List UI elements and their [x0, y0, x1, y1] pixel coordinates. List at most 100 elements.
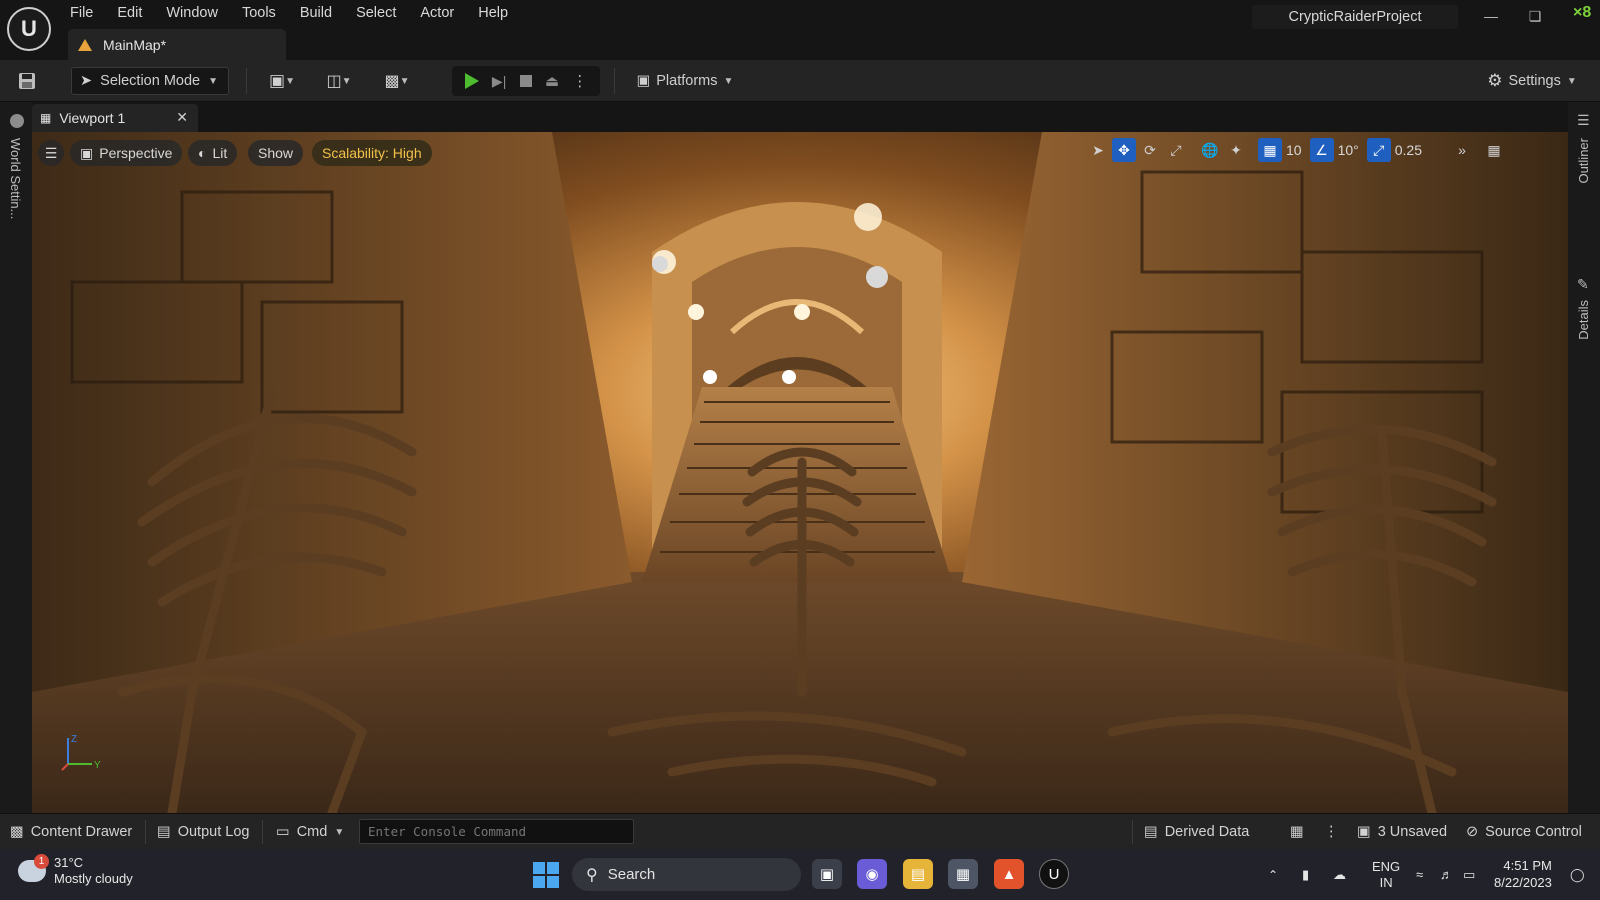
- level-warning-icon: [78, 38, 92, 51]
- tray-overflow-icon[interactable]: ⌃: [1268, 849, 1278, 900]
- derived-data-button[interactable]: ▤ Derived Data: [1144, 814, 1249, 850]
- globe-icon: [10, 114, 24, 128]
- battery-usb-icon[interactable]: ▮: [1302, 849, 1309, 900]
- taskbar-search[interactable]: ⚲ Search: [572, 858, 801, 891]
- add-actor-icon: ▣: [269, 71, 286, 90]
- viewport-tab[interactable]: ▦ Viewport 1 ✕: [32, 104, 198, 132]
- content-drawer-label: Content Drawer: [30, 824, 133, 840]
- search-label: Search: [607, 866, 656, 883]
- chat-icon[interactable]: ◉: [857, 859, 887, 889]
- details-tab[interactable]: Details: [1576, 300, 1591, 340]
- chevron-down-icon: ▼: [208, 75, 219, 87]
- stop-icon[interactable]: [519, 75, 532, 87]
- windows-start-icon[interactable]: [533, 862, 559, 888]
- project-name[interactable]: CrypticRaiderProject: [1252, 5, 1458, 29]
- language-indicator[interactable]: ENG IN: [1372, 849, 1400, 900]
- scale-snap-icon[interactable]: ⤢: [1366, 138, 1391, 162]
- clock-date: 8/22/2023: [1494, 875, 1552, 890]
- viewport-options-button[interactable]: ☰: [38, 140, 64, 166]
- onedrive-icon[interactable]: ☁: [1333, 849, 1346, 900]
- grid-snap-icon[interactable]: ▦: [1258, 138, 1282, 162]
- terminal-icon: ▭: [276, 824, 290, 840]
- perspective-button[interactable]: ▣ Perspective: [70, 140, 183, 166]
- battery-icon[interactable]: ▭: [1463, 849, 1475, 900]
- level-viewport[interactable]: ☰ ▣ Perspective ◐ Lit Show Scalability: …: [32, 132, 1568, 813]
- calculator-icon[interactable]: ▦: [948, 859, 978, 889]
- selection-mode-dropdown[interactable]: ➤ Selection Mode ▼: [71, 67, 229, 95]
- outliner-tab[interactable]: Outliner: [1576, 138, 1591, 184]
- select-tool-icon[interactable]: ➤: [1086, 138, 1110, 162]
- menu-tools[interactable]: Tools: [230, 0, 288, 26]
- output-log-label: Output Log: [177, 824, 250, 840]
- show-button[interactable]: Show: [248, 140, 304, 166]
- menu-help[interactable]: Help: [466, 0, 520, 26]
- menu-build[interactable]: Build: [288, 0, 344, 26]
- platforms-dropdown[interactable]: ▣ Platforms ▼: [630, 67, 740, 95]
- more-options-icon[interactable]: ⋮: [1324, 814, 1339, 850]
- transform-toolbar: ➤ ✥ ⟳ ⤢ 🌐 ✦ ▦ 10 ∠ 10° ⤢ 0.25 » ▦: [1086, 136, 1506, 164]
- translate-tool-icon[interactable]: ✥: [1112, 138, 1136, 162]
- rotate-tool-icon[interactable]: ⟳: [1138, 138, 1162, 162]
- unreal-logo-icon[interactable]: U: [7, 7, 51, 51]
- cmd-dropdown[interactable]: ▭ Cmd ▼: [276, 814, 344, 850]
- cube-icon: ▣: [80, 144, 94, 161]
- trace-icon[interactable]: ▦: [1290, 814, 1304, 850]
- menu-edit[interactable]: Edit: [105, 0, 154, 26]
- axis-z-label: Z: [71, 734, 77, 745]
- system-clock[interactable]: 4:51 PM 8/22/2023: [1494, 857, 1552, 891]
- step-frame-icon[interactable]: ▶|: [492, 73, 506, 90]
- wifi-icon[interactable]: ≈: [1416, 849, 1423, 900]
- surface-snap-icon[interactable]: ✦: [1224, 138, 1248, 162]
- close-icon[interactable]: ✕: [176, 109, 188, 126]
- settings-dropdown[interactable]: ⚙ Settings ▼: [1484, 67, 1580, 95]
- double-chevron-right-icon[interactable]: »: [1450, 138, 1474, 162]
- file-explorer-icon[interactable]: ▤: [903, 859, 933, 889]
- source-control-button[interactable]: ⊘ Source Control: [1466, 814, 1582, 850]
- menu-window[interactable]: Window: [154, 0, 230, 26]
- status-divider: [145, 820, 146, 844]
- eject-icon[interactable]: ⏏: [545, 72, 559, 90]
- unreal-engine-taskbar-icon[interactable]: U: [1039, 859, 1069, 889]
- prohibited-icon: ⊘: [1466, 824, 1479, 840]
- source-control-label: Source Control: [1485, 824, 1582, 840]
- grid-snap-value[interactable]: 10: [1284, 142, 1308, 158]
- more-options-icon[interactable]: ⋮: [572, 72, 587, 90]
- content-drawer-button[interactable]: ▩ Content Drawer: [10, 814, 132, 850]
- console-command-input[interactable]: [359, 819, 634, 844]
- outliner-icon: ☰: [1577, 112, 1590, 128]
- unsaved-button[interactable]: ▣ 3 Unsaved: [1357, 814, 1447, 850]
- menu-select[interactable]: Select: [344, 0, 408, 26]
- chevron-down-icon: ▼: [723, 75, 734, 87]
- volume-icon[interactable]: ♬: [1440, 849, 1453, 900]
- cinematics-button[interactable]: ▩ ▼: [376, 67, 418, 95]
- output-log-icon: ▤: [157, 824, 171, 840]
- world-local-icon[interactable]: 🌐: [1198, 138, 1222, 162]
- scale-tool-icon[interactable]: ⤢: [1164, 138, 1188, 162]
- rotation-snap-value[interactable]: 10°: [1336, 142, 1365, 158]
- lit-button[interactable]: ◐ Lit: [188, 140, 238, 166]
- minimize-icon[interactable]: —: [1476, 4, 1506, 28]
- add-actor-button[interactable]: ▣ ▼: [262, 67, 302, 95]
- status-divider: [262, 820, 263, 844]
- menu-file[interactable]: File: [58, 0, 105, 26]
- scalability-button[interactable]: Scalability: High: [312, 140, 432, 166]
- weather-condition: Mostly cloudy: [54, 871, 133, 886]
- settings-label: Settings: [1508, 73, 1561, 89]
- unsaved-icon: ▣: [1357, 824, 1371, 840]
- restore-icon[interactable]: ❏: [1520, 4, 1550, 28]
- fps-indicator[interactable]: ×8: [1573, 4, 1591, 22]
- notifications-icon[interactable]: ◯: [1570, 849, 1585, 900]
- output-log-button[interactable]: ▤ Output Log: [157, 814, 249, 850]
- weather-widget[interactable]: 1 31°C Mostly cloudy: [18, 854, 133, 887]
- blueprint-button[interactable]: ◫ ▼: [318, 67, 360, 95]
- scale-snap-value[interactable]: 0.25: [1393, 142, 1428, 158]
- task-view-icon[interactable]: ▣: [812, 859, 842, 889]
- menu-actor[interactable]: Actor: [408, 0, 466, 26]
- save-icon[interactable]: [14, 67, 40, 95]
- viewport-layout-icon[interactable]: ▦: [1482, 138, 1506, 162]
- play-button[interactable]: [464, 73, 479, 89]
- document-tab-mainmap[interactable]: MainMap*: [68, 29, 286, 60]
- world-settings-tab[interactable]: World Settin...: [8, 138, 23, 219]
- brave-browser-icon[interactable]: ▲: [994, 859, 1024, 889]
- rotation-snap-icon[interactable]: ∠: [1309, 138, 1334, 162]
